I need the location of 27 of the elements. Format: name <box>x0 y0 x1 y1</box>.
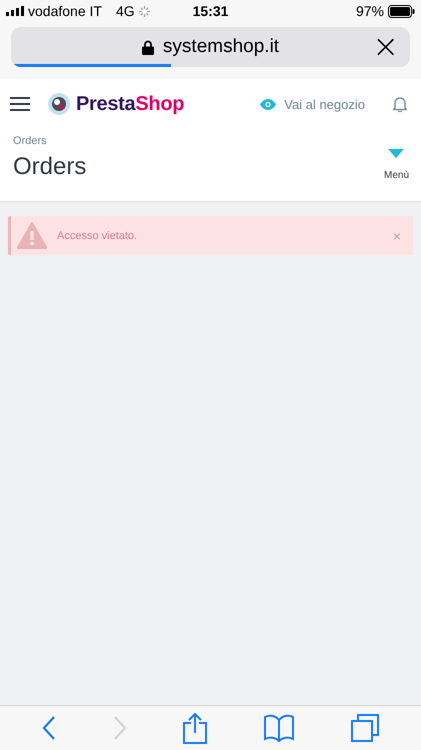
bell-icon[interactable] <box>393 96 407 112</box>
warning-icon <box>17 222 47 249</box>
tabs-icon[interactable] <box>350 714 379 742</box>
share-icon[interactable] <box>183 712 208 744</box>
alert-message: Accesso vietato. <box>57 230 138 242</box>
loading-spinner-icon <box>138 6 150 16</box>
battery-icon <box>388 4 415 18</box>
book-icon[interactable] <box>264 714 294 742</box>
caret-icon <box>388 149 404 159</box>
clock-time: 15:31 <box>192 3 228 19</box>
close-button[interactable]: × <box>370 31 401 61</box>
signal-icon <box>6 6 24 16</box>
back-icon[interactable] <box>42 716 56 740</box>
eye-icon <box>260 98 276 110</box>
page-title: Orders <box>13 153 86 181</box>
menu-icon[interactable] <box>10 96 30 112</box>
address-bar[interactable]: systemshop.it × <box>11 27 410 67</box>
url-text: systemshop.it <box>162 36 280 58</box>
lock-icon <box>142 40 154 54</box>
network-type: 4G <box>116 3 135 19</box>
battery-percent: 97% <box>356 3 384 19</box>
breadcrumb-link[interactable]: Orders <box>13 135 86 147</box>
carrier-name: vodafone IT <box>28 3 102 19</box>
view-store-link[interactable]: Vai al negozio <box>260 96 365 112</box>
menu-toggle-button[interactable]: Menù <box>384 135 409 181</box>
logo-text: PrestaShop <box>76 92 184 116</box>
logo-icon <box>48 93 70 115</box>
